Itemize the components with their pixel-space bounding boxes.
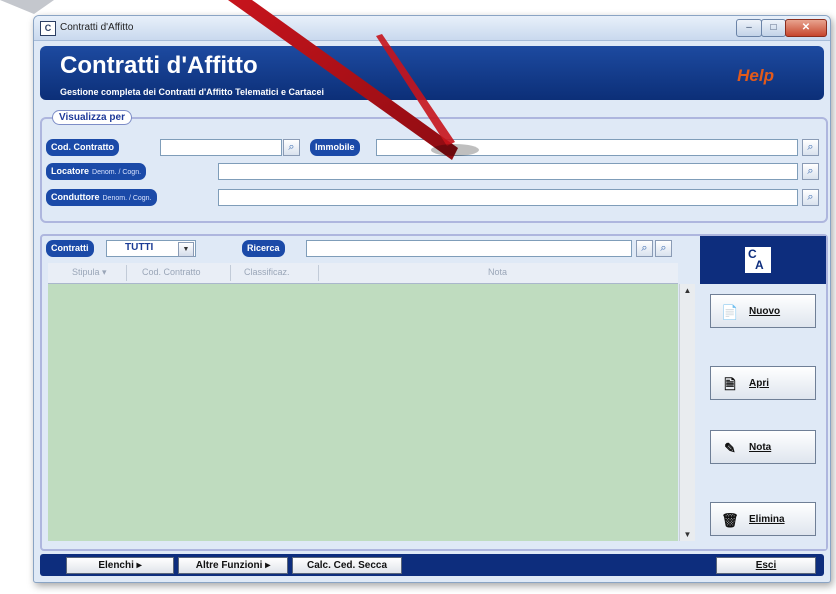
search-icon: ⌕: [807, 165, 814, 177]
elimina-button[interactable]: 🗑 Elimina: [710, 502, 816, 536]
immobile-search-button[interactable]: ⌕: [802, 139, 819, 156]
new-document-icon: 📄: [721, 304, 739, 320]
search-icon: ⌕: [641, 242, 648, 254]
contracts-grid[interactable]: [48, 284, 678, 541]
ricerca-label-text: Ricerca: [247, 243, 280, 253]
conduttore-input[interactable]: [218, 189, 798, 206]
cod-contratto-search-button[interactable]: ⌕: [283, 139, 300, 156]
column-header-classificaz[interactable]: Classificaz.: [244, 267, 290, 277]
column-separator[interactable]: [230, 265, 231, 281]
locatore-label: Locatore Denom. / Cogn.: [46, 163, 147, 180]
scroll-down-icon[interactable]: ▼: [680, 530, 695, 539]
column-header-cod-contratto[interactable]: Cod. Contratto: [142, 267, 201, 277]
esci-button[interactable]: Esci: [716, 557, 816, 574]
ca-logo-icon: CA: [744, 246, 772, 274]
note-pencil-icon: ✎: [724, 440, 736, 456]
page-subtitle: Gestione completa dei Contratti d'Affitt…: [60, 87, 325, 97]
nota-button[interactable]: ✎ Nota: [710, 430, 816, 464]
close-button[interactable]: ✕: [785, 19, 827, 37]
open-document-icon: 🗎: [724, 376, 736, 392]
column-header-nota[interactable]: Nota: [488, 267, 507, 277]
ricerca-search-button[interactable]: ⌕: [636, 240, 653, 257]
nuovo-button-label: Nuovo: [749, 306, 781, 317]
immobile-label-text: Immobile: [315, 142, 355, 152]
conduttore-label-text: Conduttore: [51, 192, 100, 202]
nuovo-button[interactable]: 📄 Nuovo: [710, 294, 816, 328]
scroll-up-icon[interactable]: ▲: [680, 286, 695, 295]
ricerca-advanced-search-button[interactable]: ⌕: [655, 240, 672, 257]
contracts-panel: Contratti TUTTI ▼ Ricerca ⌕ ⌕ Stipula ▾ …: [40, 234, 828, 551]
delete-document-icon: 🗑: [721, 512, 739, 528]
footer-bar: Elenchi ▸ Altre Funzioni ▸ Calc. Ced. Se…: [40, 554, 824, 576]
ca-logo: CA: [700, 236, 826, 284]
title-bar[interactable]: C Contratti d'Affitto – □ ✕: [34, 16, 830, 41]
dropdown-icon[interactable]: ▼: [178, 242, 194, 257]
ricerca-label: Ricerca: [242, 240, 285, 257]
nota-button-label: Nota: [749, 442, 772, 453]
maximize-button[interactable]: □: [761, 19, 786, 37]
help-link[interactable]: Help: [737, 66, 774, 86]
filter-legend: Visualizza per: [52, 110, 132, 125]
search-icon: ⌕: [807, 191, 814, 203]
locatore-search-button[interactable]: ⌕: [802, 163, 819, 180]
locatore-label-text: Locatore: [51, 166, 90, 176]
elimina-button-label: Elimina: [749, 514, 785, 525]
immobile-input[interactable]: [376, 139, 798, 156]
cod-contratto-input[interactable]: [160, 139, 282, 156]
calc-ced-secca-button[interactable]: Calc. Ced. Secca: [292, 557, 402, 574]
search-icon: ⌕: [288, 141, 295, 153]
grid-header: Stipula ▾ Cod. Contratto Classificaz. No…: [48, 263, 678, 284]
column-separator[interactable]: [318, 265, 319, 281]
cod-contratto-label: Cod. Contratto: [46, 139, 119, 156]
page-title: Contratti d'Affitto: [60, 52, 258, 79]
contratti-filter-select[interactable]: TUTTI ▼: [106, 240, 196, 257]
grid-scrollbar[interactable]: ▲ ▼: [679, 284, 695, 541]
altre-funzioni-menu-button[interactable]: Altre Funzioni ▸: [178, 557, 288, 574]
elenchi-menu-button[interactable]: Elenchi ▸: [66, 557, 174, 574]
contratti-label-text: Contratti: [51, 243, 89, 253]
locatore-hint: Denom. / Cogn.: [92, 169, 142, 176]
app-header: Contratti d'Affitto Gestione completa de…: [40, 46, 824, 100]
locatore-input[interactable]: [218, 163, 798, 180]
ricerca-input[interactable]: [306, 240, 632, 257]
window-title: Contratti d'Affitto: [60, 22, 134, 33]
cod-contratto-label-text: Cod. Contratto: [51, 142, 114, 152]
conduttore-label: Conduttore Denom. / Cogn.: [46, 189, 157, 206]
conduttore-search-button[interactable]: ⌕: [802, 189, 819, 206]
app-icon: C: [40, 21, 56, 36]
search-icon: ⌕: [660, 242, 667, 254]
app-window: C Contratti d'Affitto – □ ✕ Contratti d'…: [33, 15, 831, 583]
contratti-label: Contratti: [46, 240, 94, 257]
filter-panel: Visualizza per Cod. Contratto ⌕ Immobile…: [40, 110, 828, 223]
minimize-button[interactable]: –: [736, 19, 762, 37]
action-sidebar: CA 📄 Nuovo 🗎 Apri ✎ Nota 🗑 Elimina: [700, 236, 826, 549]
apri-button-label: Apri: [749, 378, 769, 389]
apri-button[interactable]: 🗎 Apri: [710, 366, 816, 400]
column-separator[interactable]: [126, 265, 127, 281]
immobile-label: Immobile: [310, 139, 360, 156]
conduttore-hint: Denom. / Cogn.: [102, 195, 152, 202]
search-icon: ⌕: [807, 141, 814, 153]
column-header-stipula[interactable]: Stipula ▾: [72, 267, 107, 278]
contratti-filter-value: TUTTI: [125, 242, 154, 253]
